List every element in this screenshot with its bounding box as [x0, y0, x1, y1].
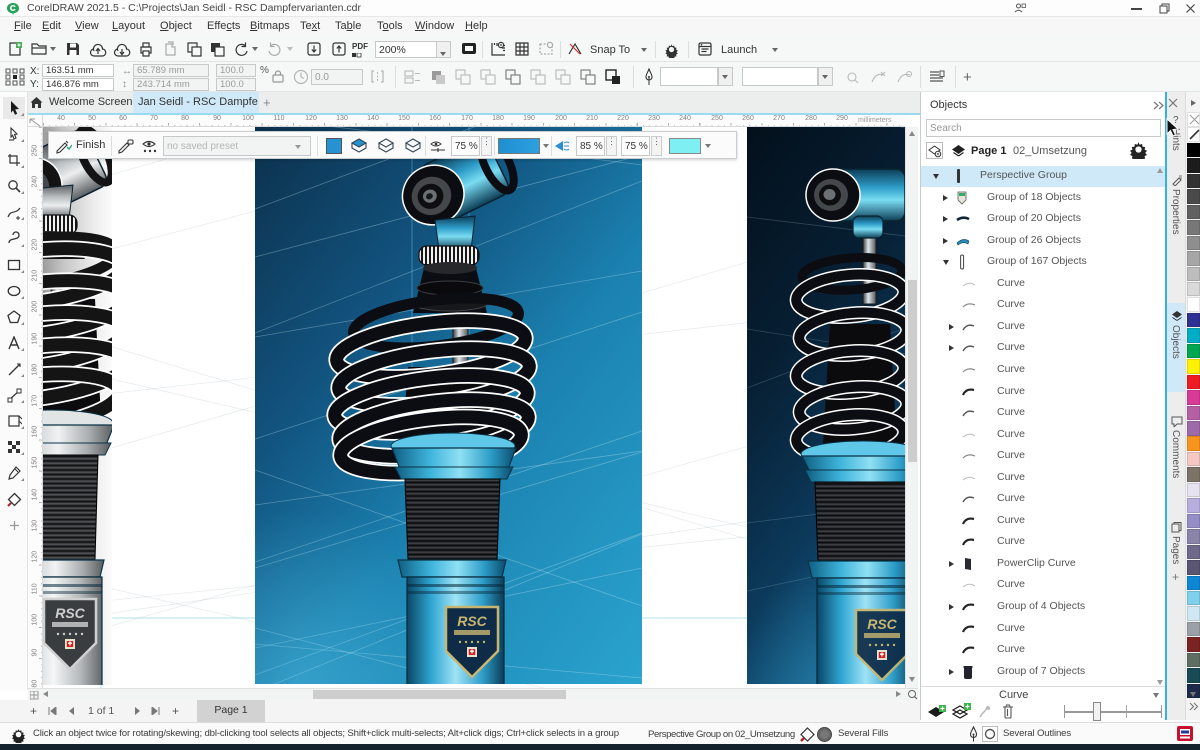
svg-text:RSC: RSC [867, 616, 897, 632]
svg-text:RSC: RSC [457, 613, 487, 629]
svg-text:RSC: RSC [55, 605, 85, 621]
